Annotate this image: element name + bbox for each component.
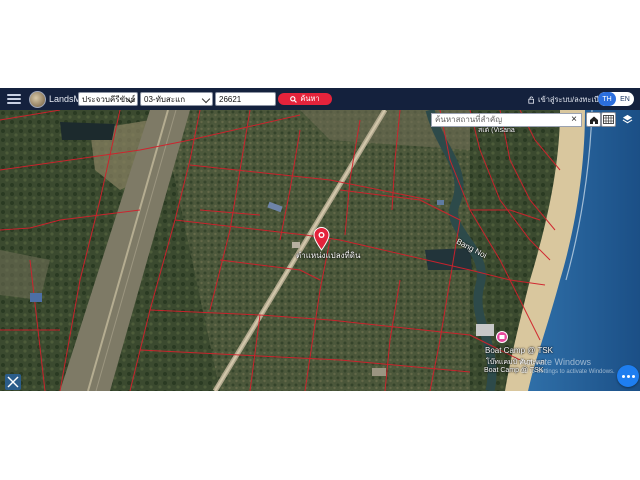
parcel-label: ตำแหน่งแปลงที่ดิน (296, 251, 361, 260)
lang-th-button[interactable]: TH (598, 92, 616, 106)
windows-watermark-subtitle: Go to Settings to activate Windows. (520, 369, 615, 375)
layers-button[interactable] (620, 112, 635, 127)
more-button[interactable] (617, 365, 639, 387)
search-button[interactable]: ค้นหา (278, 93, 332, 105)
home-button[interactable] (586, 112, 601, 127)
home-icon (589, 116, 598, 124)
location-pin-icon[interactable] (313, 227, 330, 251)
search-button-label: ค้นหา (300, 94, 320, 103)
layers-icon (622, 114, 633, 124)
poi-marker-icon[interactable] (496, 331, 508, 343)
login-link[interactable]: เข้าสู่ระบบ/ลงทะเบียน (528, 94, 608, 106)
lang-en-button[interactable]: EN (616, 92, 634, 106)
province-select[interactable]: ประจวบคีรีขันธ์ (78, 92, 138, 106)
more-icon (621, 374, 625, 378)
app-frame: LandsMaps ประจวบคีรีขันธ์ 03-ทับสะแก 266… (0, 88, 640, 391)
satellite-map[interactable]: ตำแหน่งแปลงที่ดิน สเต์ (Visana Bang Noi … (0, 110, 640, 391)
chevron-down-icon (201, 94, 211, 104)
login-icon (528, 96, 534, 104)
clear-search-button[interactable]: × (568, 114, 580, 126)
landsmaps-logo (29, 90, 46, 108)
parcel-number-input[interactable]: 26621 (215, 92, 276, 106)
place-search-input[interactable]: ค้นหาสถานที่สำคัญ (431, 113, 582, 127)
ruler-tool-icon[interactable] (5, 374, 21, 390)
district-select[interactable]: 03-ทับสะแก (140, 92, 213, 106)
boat-camp-label: Boat Camp @ TSK (485, 346, 553, 355)
grid-button[interactable] (601, 112, 616, 127)
menu-icon[interactable] (7, 94, 21, 104)
district-value: 03-ทับสะแก (144, 94, 186, 104)
search-icon (290, 95, 298, 103)
windows-watermark-title: Activate Windows (520, 357, 592, 367)
language-toggle: TH EN (598, 92, 634, 106)
parcel-number-value: 26621 (219, 94, 242, 104)
grid-icon (603, 115, 614, 124)
